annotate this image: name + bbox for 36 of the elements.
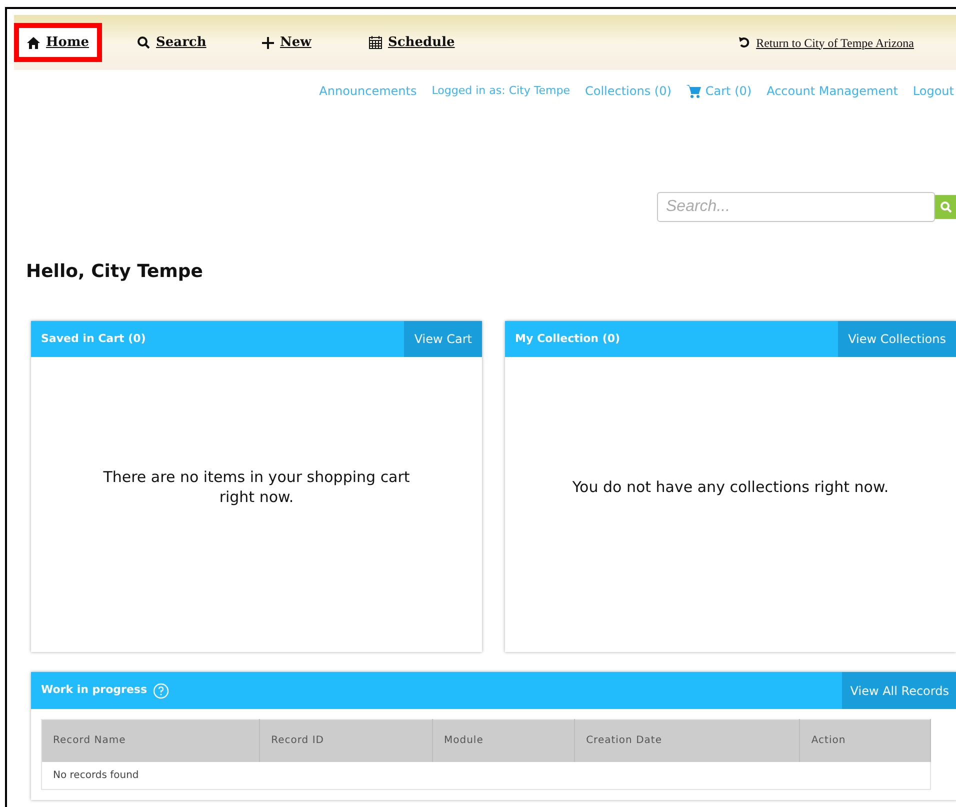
undo-icon (739, 37, 750, 48)
column-header: Record ID (260, 720, 432, 762)
house-icon (27, 36, 40, 48)
search-button[interactable] (935, 195, 956, 219)
cart-link[interactable]: Cart (0) (686, 82, 752, 100)
card-action-button[interactable]: View Cart (404, 321, 482, 357)
help-icon (153, 682, 170, 698)
empty-message: You do not have any collections right now. (571, 477, 890, 497)
header-link[interactable]: Account Management (766, 82, 898, 100)
calendar-icon (369, 36, 382, 49)
empty-message: There are no items in your shopping cart right now. (102, 467, 411, 507)
cart-icon (686, 84, 702, 98)
return-link[interactable]: Return to City of Tempe Arizona (739, 34, 914, 52)
search-field[interactable]: Search... (657, 192, 935, 222)
header-link[interactable]: Logout (912, 82, 954, 100)
nav-link[interactable]: New (249, 22, 324, 62)
column-header: Action (800, 720, 930, 762)
column-header: Creation Date (574, 720, 800, 762)
card-action-button[interactable]: View Collections (838, 321, 956, 357)
card-title: Saved in Cart (0) (41, 330, 146, 347)
greeting-heading: Hello, City Tempe (26, 260, 204, 284)
plus-icon (262, 36, 274, 48)
column-header: Module (432, 720, 575, 762)
header-link[interactable]: Announcements (319, 82, 417, 100)
no-records-message: No records found (42, 762, 930, 790)
nav-link[interactable]: Search (124, 22, 220, 62)
search-icon (940, 201, 952, 213)
logged-in-label: Logged in as: City Tempe (432, 82, 570, 99)
card-title: My Collection (0) (515, 330, 620, 347)
nav-link[interactable]: Schedule (356, 22, 468, 62)
nav-link[interactable]: Home (14, 22, 102, 62)
panel-title: Work in progress (41, 682, 148, 698)
search-icon (137, 36, 150, 49)
column-header: Record Name (42, 720, 260, 762)
view-all-records-button[interactable]: View All Records (842, 672, 956, 709)
header-link[interactable]: Collections (0) (584, 82, 672, 100)
